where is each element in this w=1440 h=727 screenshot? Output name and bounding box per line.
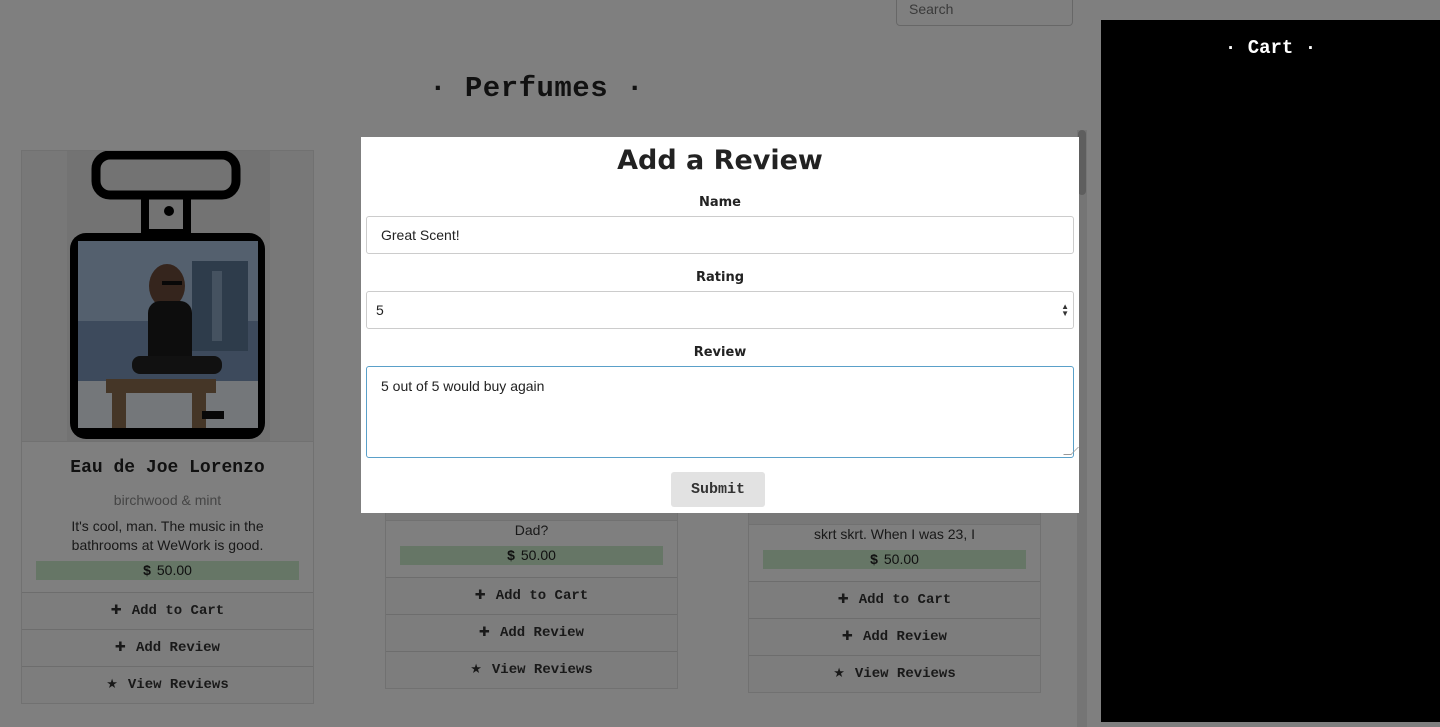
modal-title: Add a Review: [617, 145, 823, 176]
rating-select[interactable]: 5 ▲ ▼: [366, 291, 1074, 329]
rating-label: Rating: [695, 270, 744, 285]
resize-handle-icon[interactable]: [1063, 447, 1079, 455]
name-field[interactable]: Great Scent!: [366, 216, 1074, 254]
name-label: Name: [698, 195, 741, 210]
cart-title: · Cart ·: [1224, 37, 1317, 59]
review-textarea[interactable]: 5 out of 5 would buy again: [366, 366, 1079, 458]
rating-value: 5: [376, 302, 384, 318]
select-arrows-icon: ▲ ▼: [1061, 302, 1069, 318]
add-review-modal: Add a Review Name Great Scent! Rating 5 …: [361, 137, 1079, 513]
cart-panel: · Cart ·: [1101, 20, 1440, 722]
review-label: Review: [693, 345, 747, 360]
review-text: 5 out of 5 would buy again: [381, 378, 545, 394]
submit-button[interactable]: Submit: [671, 472, 765, 507]
